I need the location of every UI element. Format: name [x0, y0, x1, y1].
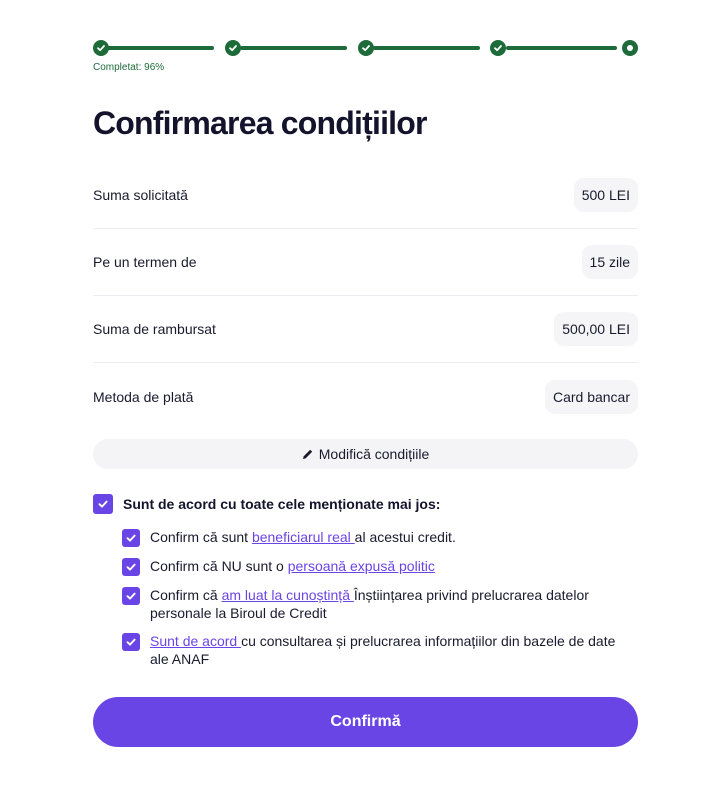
progress-stepper	[93, 40, 638, 56]
consent-text: Confirm că sunt beneficiarul real al ace…	[150, 528, 456, 546]
checkmark-icon	[126, 592, 136, 600]
confirm-button[interactable]: Confirmă	[93, 697, 638, 747]
summary-row-payment-method: Metoda de plată Card bancar	[93, 363, 638, 430]
pep-link[interactable]: persoană expusă politic	[288, 558, 435, 574]
credit-bureau-notice-link[interactable]: am luat la cunoștință	[222, 587, 354, 603]
summary-row-term: Pe un termen de 15 zile	[93, 229, 638, 296]
progress-line-1	[107, 46, 214, 50]
agree-all-checkbox-row[interactable]: Sunt de acord cu toate cele menționate m…	[93, 494, 440, 514]
modify-conditions-label: Modifică condițiile	[318, 446, 430, 462]
checkmark-icon	[98, 500, 108, 508]
consent-checkbox[interactable]	[122, 587, 140, 605]
consent-text: Confirm că am luat la cunoștință Înștiin…	[150, 586, 622, 622]
step-1-check-icon	[93, 40, 109, 56]
summary-label: Pe un termen de	[93, 254, 197, 270]
summary-label: Suma solicitată	[93, 187, 188, 203]
consent-text-after: al acestui credit.	[354, 529, 456, 545]
progress-label: Completat: 96%	[93, 62, 165, 73]
step-2-check-icon	[225, 40, 241, 56]
summary-value: 500 LEI	[573, 178, 638, 212]
consent-item: Confirm că sunt beneficiarul real al ace…	[122, 528, 622, 547]
checkmark-icon	[126, 563, 136, 571]
summary-value: Card bancar	[544, 379, 638, 414]
consent-checkbox[interactable]	[122, 633, 140, 651]
summary-list: Suma solicitată 500 LEI Pe un termen de …	[93, 162, 638, 430]
progress-line-4	[506, 46, 617, 50]
consent-text-before: Confirm că sunt	[150, 529, 252, 545]
checkmark-icon	[126, 534, 136, 542]
consent-item: Confirm că am luat la cunoștință Înștiin…	[122, 586, 622, 622]
consent-list: Confirm că sunt beneficiarul real al ace…	[122, 528, 622, 678]
beneficiary-link[interactable]: beneficiarul real	[252, 529, 355, 545]
summary-label: Suma de rambursat	[93, 321, 216, 337]
modify-conditions-button[interactable]: Modifică condițiile	[93, 439, 638, 469]
summary-row-repay: Suma de rambursat 500,00 LEI	[93, 296, 638, 363]
agree-all-checkbox[interactable]	[93, 494, 113, 514]
consent-text-before: Confirm că	[150, 587, 222, 603]
anaf-consent-link[interactable]: Sunt de acord	[150, 633, 241, 649]
progress-line-2	[240, 46, 347, 50]
step-5-current-dot-icon	[622, 40, 638, 56]
pencil-icon	[302, 449, 312, 459]
step-4-check-icon	[490, 40, 506, 56]
agree-all-label: Sunt de acord cu toate cele menționate m…	[123, 496, 441, 512]
summary-value: 15 zile	[581, 245, 638, 279]
consent-text-before: Confirm că NU sunt o	[150, 558, 288, 574]
checkmark-icon	[126, 638, 136, 646]
consent-item: Confirm că NU sunt o persoană expusă pol…	[122, 557, 622, 576]
consent-text: Confirm că NU sunt o persoană expusă pol…	[150, 557, 435, 575]
page-title: Confirmarea condițiilor	[93, 105, 427, 141]
step-3-check-icon	[358, 40, 374, 56]
summary-value: 500,00 LEI	[554, 312, 638, 346]
summary-label: Metoda de plată	[93, 388, 194, 405]
summary-row-amount: Suma solicitată 500 LEI	[93, 162, 638, 229]
consent-item: Sunt de acord cu consultarea și prelucra…	[122, 632, 622, 668]
consent-checkbox[interactable]	[122, 558, 140, 576]
progress-line-3	[373, 46, 480, 50]
consent-checkbox[interactable]	[122, 529, 140, 547]
consent-text: Sunt de acord cu consultarea și prelucra…	[150, 632, 622, 668]
